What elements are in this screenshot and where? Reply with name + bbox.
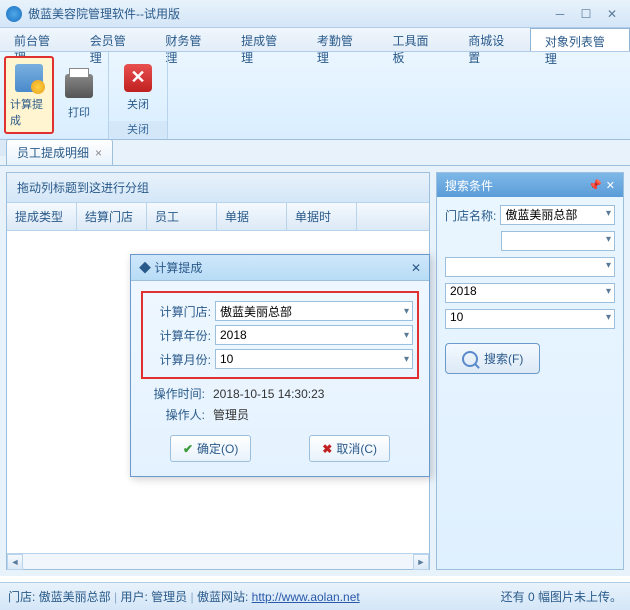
panel-close-icon[interactable]: ✕ bbox=[606, 179, 615, 192]
search-field2-combo[interactable] bbox=[501, 231, 615, 251]
close-window-button[interactable]: ✕ bbox=[600, 5, 624, 23]
ribbon-group-edit: 计算提成 打印 记录编辑 bbox=[0, 52, 109, 139]
menu-tools[interactable]: 工具面板 bbox=[379, 28, 455, 51]
status-store: 傲蓝美丽总部 bbox=[39, 590, 111, 604]
dialog-title: 计算提成 bbox=[154, 261, 202, 275]
col-type[interactable]: 提成类型 bbox=[7, 203, 77, 230]
app-logo-icon bbox=[6, 6, 22, 22]
search-icon bbox=[462, 351, 478, 367]
tab-commission-detail[interactable]: 员工提成明细 × bbox=[6, 139, 113, 165]
scroll-right-icon[interactable]: ► bbox=[413, 554, 429, 570]
dialog-body: 计算门店: 傲蓝美丽总部 计算年份: 2018 计算月份: 10 操作时间: 2… bbox=[131, 281, 429, 476]
titlebar: 傲蓝美容院管理软件--试用版 ─ ☐ ✕ bbox=[0, 0, 630, 28]
subtab-bar: 员工提成明细 × bbox=[0, 140, 630, 166]
status-left: 门店: 傲蓝美丽总部 | 用户: 管理员 | 傲蓝网站: http://www.… bbox=[8, 588, 360, 605]
dialog-year-combo[interactable]: 2018 bbox=[215, 325, 413, 345]
dialog-time-label: 操作时间: bbox=[141, 385, 205, 402]
window-title: 傲蓝美容院管理软件--试用版 bbox=[28, 5, 546, 22]
menu-objects[interactable]: 对象列表管理 bbox=[530, 28, 630, 51]
maximize-button[interactable]: ☐ bbox=[574, 5, 598, 23]
scroll-left-icon[interactable]: ◄ bbox=[7, 554, 23, 570]
calculator-icon bbox=[13, 62, 45, 94]
menu-frontdesk[interactable]: 前台管理 bbox=[0, 28, 76, 51]
ribbon: 计算提成 打印 记录编辑 ✕ 关闭 关闭 bbox=[0, 52, 630, 140]
status-right: 还有 0 幅图片未上传。 bbox=[501, 588, 622, 605]
status-site-link[interactable]: http://www.aolan.net bbox=[252, 590, 360, 604]
search-year-combo[interactable]: 2018 bbox=[445, 283, 615, 303]
menu-commission[interactable]: 提成管理 bbox=[227, 28, 303, 51]
search-month-combo[interactable]: 10 bbox=[445, 309, 615, 329]
print-button[interactable]: 打印 bbox=[54, 56, 104, 134]
col-store[interactable]: 结算门店 bbox=[77, 203, 147, 230]
dialog-header[interactable]: ◆ 计算提成 ✕ bbox=[131, 255, 429, 281]
dialog-highlight-box: 计算门店: 傲蓝美丽总部 计算年份: 2018 计算月份: 10 bbox=[141, 291, 419, 379]
group-hint[interactable]: 拖动列标题到这进行分组 bbox=[7, 173, 429, 203]
dialog-ok-button[interactable]: ✔ 确定(O) bbox=[170, 435, 251, 462]
search-field3-combo[interactable] bbox=[445, 257, 615, 277]
dialog-cancel-button[interactable]: ✖ 取消(C) bbox=[309, 435, 390, 462]
horizontal-scrollbar[interactable]: ◄ ► bbox=[7, 553, 429, 569]
menu-mall[interactable]: 商城设置 bbox=[454, 28, 530, 51]
menu-attendance[interactable]: 考勤管理 bbox=[303, 28, 379, 51]
dialog-year-label: 计算年份: bbox=[147, 327, 211, 344]
calc-dialog: ◆ 计算提成 ✕ 计算门店: 傲蓝美丽总部 计算年份: 2018 计算月份: 1… bbox=[130, 254, 430, 477]
close-button[interactable]: ✕ 关闭 bbox=[113, 56, 163, 117]
col-employee[interactable]: 员工 bbox=[147, 203, 217, 230]
tab-close-icon[interactable]: × bbox=[95, 146, 102, 160]
dialog-operator-value: 管理员 bbox=[209, 406, 419, 423]
menu-member[interactable]: 会员管理 bbox=[76, 28, 152, 51]
menubar: 前台管理 会员管理 财务管理 提成管理 考勤管理 工具面板 商城设置 对象列表管… bbox=[0, 28, 630, 52]
search-panel-title: 搜索条件 bbox=[445, 177, 493, 194]
search-button[interactable]: 搜索(F) bbox=[445, 343, 540, 374]
col-doctime[interactable]: 单据时 bbox=[287, 203, 357, 230]
search-panel-body: 门店名称: 傲蓝美丽总部 2018 10 搜索(F) bbox=[437, 197, 623, 382]
menu-finance[interactable]: 财务管理 bbox=[151, 28, 227, 51]
check-icon: ✔ bbox=[183, 442, 193, 456]
minimize-button[interactable]: ─ bbox=[548, 5, 572, 23]
printer-icon bbox=[63, 70, 95, 102]
statusbar: 门店: 傲蓝美丽总部 | 用户: 管理员 | 傲蓝网站: http://www.… bbox=[0, 582, 630, 610]
dialog-operator-label: 操作人: bbox=[141, 406, 205, 423]
dialog-month-combo[interactable]: 10 bbox=[215, 349, 413, 369]
search-store-combo[interactable]: 傲蓝美丽总部 bbox=[500, 205, 615, 225]
calc-commission-button[interactable]: 计算提成 bbox=[4, 56, 54, 134]
pin-icon[interactable]: 📌 bbox=[588, 179, 602, 192]
status-user: 管理员 bbox=[151, 590, 187, 604]
ribbon-group-close: ✕ 关闭 关闭 bbox=[109, 52, 168, 139]
search-panel: 搜索条件 📌 ✕ 门店名称: 傲蓝美丽总部 2018 10 bbox=[436, 172, 624, 570]
dialog-store-label: 计算门店: bbox=[147, 303, 211, 320]
column-headers: 提成类型 结算门店 员工 单据 单据时 bbox=[7, 203, 429, 231]
dialog-close-icon[interactable]: ✕ bbox=[411, 261, 421, 275]
scroll-track[interactable] bbox=[23, 554, 413, 569]
col-doc[interactable]: 单据 bbox=[217, 203, 287, 230]
dialog-store-combo[interactable]: 傲蓝美丽总部 bbox=[215, 301, 413, 321]
search-panel-header: 搜索条件 📌 ✕ bbox=[437, 173, 623, 197]
close-icon: ✕ bbox=[122, 62, 154, 94]
cancel-icon: ✖ bbox=[322, 442, 332, 456]
dialog-time-value: 2018-10-15 14:30:23 bbox=[209, 387, 419, 401]
search-store-label: 门店名称: bbox=[445, 207, 496, 224]
ribbon-group-label-close: 关闭 bbox=[109, 121, 167, 139]
dialog-month-label: 计算月份: bbox=[147, 351, 211, 368]
